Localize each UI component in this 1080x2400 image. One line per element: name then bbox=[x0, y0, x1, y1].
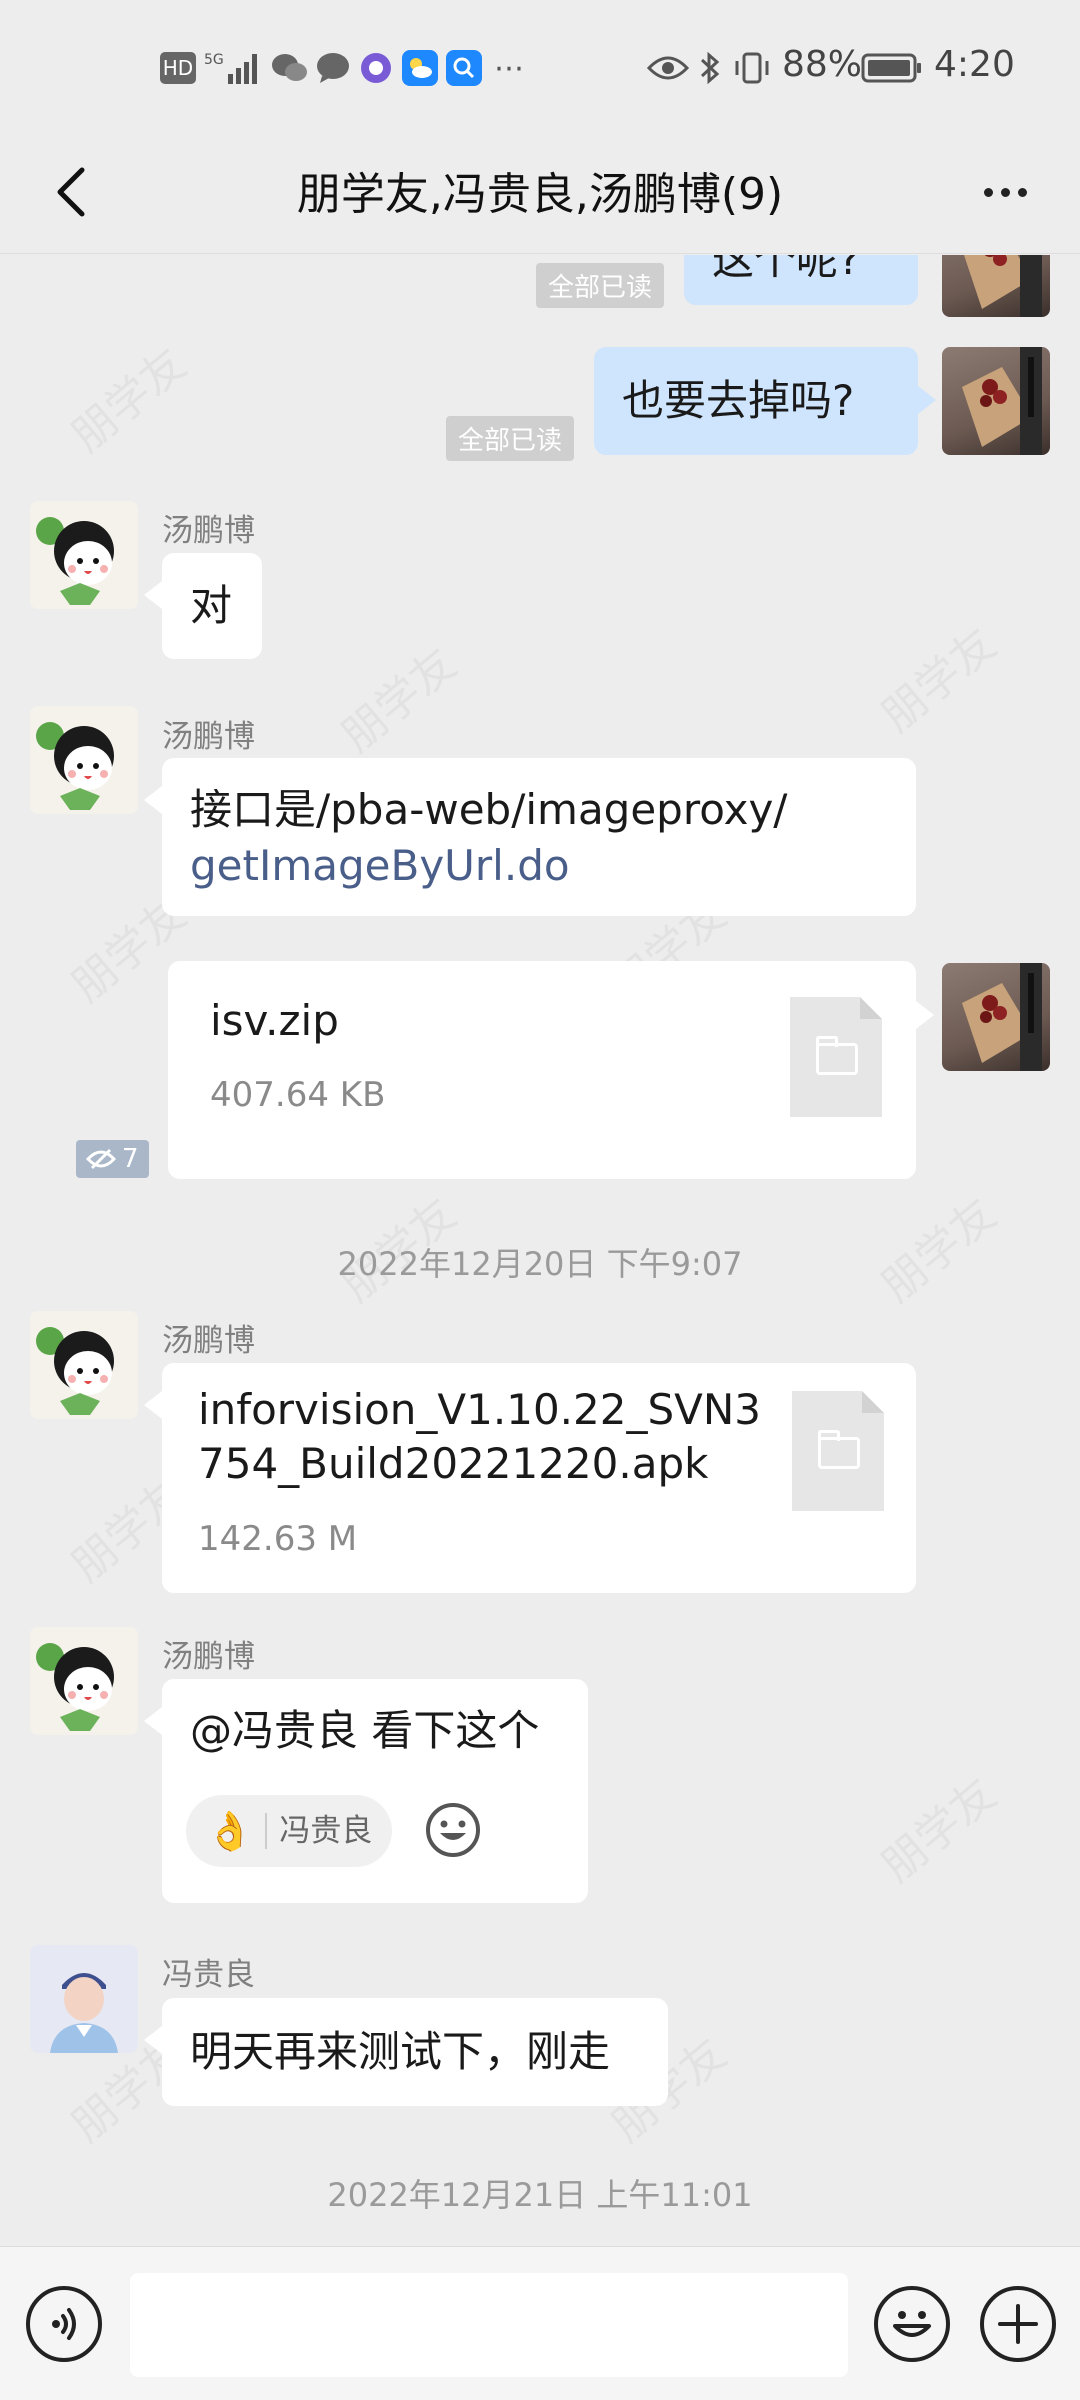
sender-name: 汤鹏博 bbox=[162, 1639, 255, 1675]
read-status-badge: 全部已读 bbox=[446, 416, 575, 461]
file-icon bbox=[792, 1391, 884, 1511]
wechat-icon bbox=[270, 48, 310, 88]
input-bar bbox=[0, 2246, 1080, 2400]
watermark: 朋学友 bbox=[865, 1760, 1007, 1894]
sender-avatar-feng[interactable] bbox=[30, 1945, 138, 2053]
weather-icon bbox=[402, 48, 438, 88]
bubble-tail bbox=[144, 1391, 162, 1419]
smiley-icon bbox=[893, 2311, 931, 2337]
file-name: isv.zip bbox=[210, 996, 339, 1045]
sender-name: 汤鹏博 bbox=[162, 513, 255, 549]
search-app-icon bbox=[446, 48, 482, 88]
message-list[interactable]: 朋学友 朋学友 朋学友 朋学友 朋学友 朋学友 朋学友 朋学友 朋学友 朋学友 … bbox=[0, 255, 1080, 2245]
add-reaction-button[interactable] bbox=[424, 1801, 482, 1859]
file-message-bubble[interactable]: inforvision_V1.10.22_SVN3 754_Build20221… bbox=[162, 1363, 916, 1593]
file-name-line: 754_Build20221220.apk bbox=[198, 1439, 709, 1488]
file-message-bubble[interactable]: isv.zip 407.64 KB bbox=[168, 961, 916, 1179]
view-count-badge[interactable]: 7 bbox=[76, 1140, 149, 1178]
chevron-left-icon bbox=[57, 167, 85, 217]
bubble-tail bbox=[144, 581, 162, 609]
self-avatar[interactable] bbox=[942, 963, 1050, 1071]
message-icon bbox=[314, 48, 352, 88]
battery-icon bbox=[860, 48, 924, 88]
clock: 4:20 bbox=[934, 44, 1015, 85]
view-count: 7 bbox=[122, 1144, 139, 1174]
folder-icon bbox=[816, 1036, 858, 1075]
dot-icon bbox=[1000, 187, 1010, 197]
sender-avatar-tang[interactable] bbox=[30, 1311, 138, 1419]
divider bbox=[265, 1813, 268, 1849]
status-bar: HD 5G ⋯ 88% 4:20 bbox=[0, 0, 1080, 130]
file-name-line: inforvision_V1.10.22_SVN3 bbox=[198, 1385, 762, 1434]
read-status-badge: 全部已读 bbox=[536, 263, 665, 308]
sender-name: 冯贵良 bbox=[162, 1957, 255, 1993]
bubble-tail bbox=[144, 786, 162, 814]
folder-icon bbox=[818, 1430, 860, 1469]
dot-icon bbox=[1017, 187, 1027, 197]
bubble-tail bbox=[144, 2026, 162, 2054]
reaction-chip[interactable]: 👌 冯贵良 bbox=[186, 1795, 393, 1867]
plus-icon bbox=[998, 2304, 1038, 2344]
message-text: @冯贵良 看下这个 bbox=[190, 1706, 540, 1755]
bubble-tail bbox=[918, 386, 936, 414]
message-bubble[interactable]: 明天再来测试下，刚走 bbox=[162, 1998, 668, 2106]
back-button[interactable] bbox=[40, 160, 100, 224]
emoji-button[interactable] bbox=[874, 2286, 950, 2362]
timestamp-separator: 2022年12月21日 上午11:01 bbox=[327, 2176, 753, 2214]
reaction-user: 冯贵良 bbox=[279, 1813, 373, 1849]
sender-name: 汤鹏博 bbox=[162, 719, 255, 755]
voice-icon bbox=[52, 2308, 76, 2340]
self-avatar[interactable] bbox=[942, 255, 1050, 317]
sender-avatar-tang[interactable] bbox=[30, 501, 138, 609]
hidden-eye-icon bbox=[86, 1148, 116, 1170]
network-label: 5G bbox=[204, 52, 224, 68]
watermark: 朋学友 bbox=[325, 630, 467, 764]
bluetooth-icon bbox=[696, 48, 724, 88]
self-message-bubble[interactable]: 也要去掉吗? bbox=[594, 347, 918, 455]
vibrate-icon bbox=[732, 48, 772, 88]
message-link[interactable]: getImageByUrl.do bbox=[190, 838, 888, 894]
bubble-tail bbox=[144, 1707, 162, 1735]
more-notifications-icon: ⋯ bbox=[494, 50, 524, 86]
more-actions-button[interactable] bbox=[980, 2286, 1056, 2362]
message-bubble[interactable]: 对 bbox=[162, 553, 262, 659]
ok-hand-icon: 👌 bbox=[206, 1809, 254, 1853]
sender-name: 汤鹏博 bbox=[162, 1323, 255, 1359]
file-size: 142.63 M bbox=[198, 1519, 358, 1559]
bubble-tail bbox=[916, 1001, 934, 1029]
watermark: 朋学友 bbox=[865, 610, 1007, 744]
message-bubble[interactable]: 接口是/pba-web/imageproxy/ getImageByUrl.do bbox=[162, 758, 916, 916]
smiley-icon bbox=[426, 1803, 480, 1857]
sender-avatar-tang[interactable] bbox=[30, 1627, 138, 1735]
file-size: 407.64 KB bbox=[210, 1075, 386, 1115]
eye-icon bbox=[646, 48, 690, 88]
app-icon-purple bbox=[358, 48, 394, 88]
message-bubble[interactable]: @冯贵良 看下这个 👌 冯贵良 bbox=[162, 1679, 588, 1903]
more-options-button[interactable] bbox=[970, 164, 1040, 220]
file-name: inforvision_V1.10.22_SVN3 754_Build20221… bbox=[198, 1383, 761, 1491]
voice-input-button[interactable] bbox=[26, 2286, 102, 2362]
sender-avatar-tang[interactable] bbox=[30, 706, 138, 814]
chat-header: 朋学友,冯贵良,汤鹏博(9) bbox=[0, 130, 1080, 254]
message-text: 接口是/pba-web/imageproxy/ bbox=[190, 785, 788, 834]
chat-title: 朋学友,冯贵良,汤鹏博(9) bbox=[296, 169, 784, 220]
battery-percent: 88% bbox=[782, 44, 863, 85]
self-message-bubble[interactable]: 这个呢? bbox=[684, 255, 918, 305]
dot-icon bbox=[983, 187, 993, 197]
file-icon bbox=[790, 997, 882, 1117]
watermark: 朋学友 bbox=[55, 330, 197, 464]
signal-icon: 5G bbox=[204, 48, 266, 88]
self-avatar[interactable] bbox=[942, 347, 1050, 455]
message-input[interactable] bbox=[130, 2273, 848, 2377]
timestamp-separator: 2022年12月20日 下午9:07 bbox=[337, 1245, 743, 1283]
hd-icon: HD bbox=[160, 52, 196, 84]
